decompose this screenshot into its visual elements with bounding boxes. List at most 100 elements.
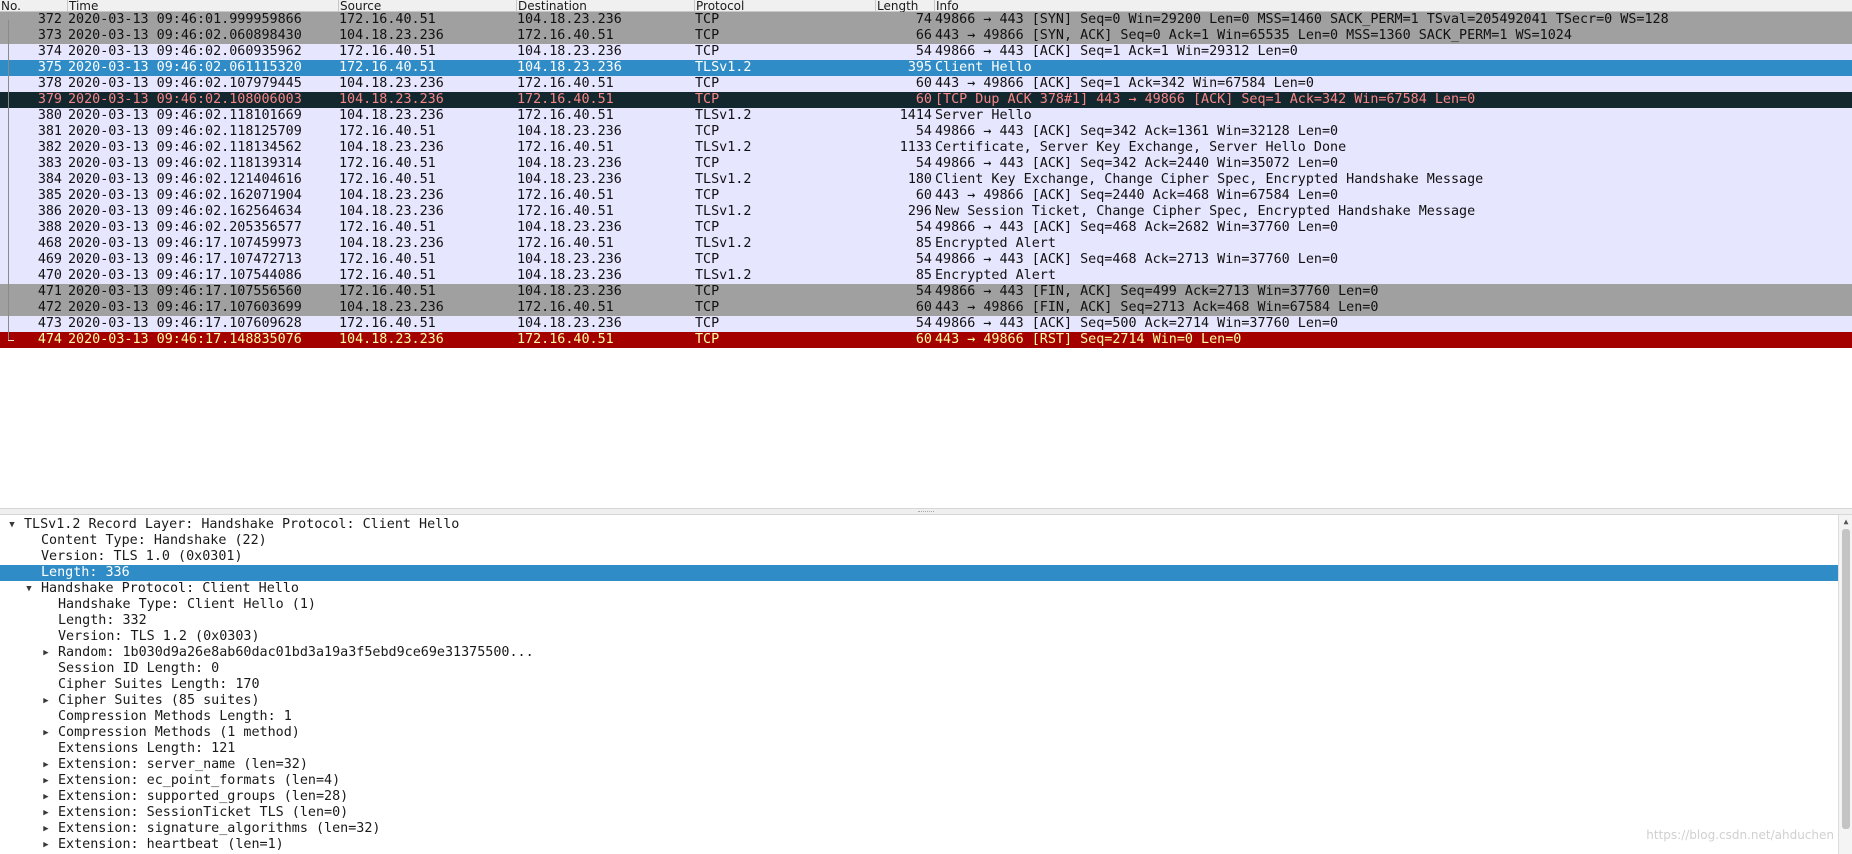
column-header-source[interactable]: Source [339,0,517,12]
packet-time: 2020-03-13 09:46:17.107556560 [68,284,302,299]
tree-item[interactable]: ▶ Random: 1b030d9a26e8ab60dac01bd3a19a3f5… [0,645,1838,661]
packet-destination: 104.18.23.236 [517,316,622,331]
packet-row[interactable]: 468 2020-03-13 09:46:17.107459973 104.18.2… [0,236,1852,252]
packet-info: 49866 → 443 [ACK] Seq=342 Ack=1361 Win=3… [935,124,1339,139]
packet-source: 172.16.40.51 [339,172,436,187]
packet-protocol: TCP [695,92,720,107]
packet-row[interactable]: 382 2020-03-13 09:46:02.118134562 104.18.2… [0,140,1852,156]
collapse-right-triangle-icon[interactable]: ▶ [40,645,52,661]
packet-row[interactable]: 378 2020-03-13 09:46:02.107979445 104.18.2… [0,76,1852,92]
collapse-right-triangle-icon[interactable]: ▶ [40,725,52,741]
collapse-right-triangle-icon[interactable]: ▶ [40,773,52,789]
tree-item[interactable]: ▶ Extension: supported_groups (len=28) [0,789,1838,805]
packet-length: 60 [915,300,932,315]
tree-item[interactable]: Version: TLS 1.2 (0x0303) [0,629,1838,645]
packet-protocol: TLSv1.2 [695,172,752,187]
tree-item[interactable]: ▶ Extension: signature_algorithms (len=32… [0,821,1838,837]
column-header-info[interactable]: Info [935,0,1852,12]
tree-item[interactable]: Handshake Type: Client Hello (1) [0,597,1838,613]
packet-row[interactable]: 469 2020-03-13 09:46:17.107472713 172.16.4… [0,252,1852,268]
packet-number: 473 [37,316,62,331]
tree-item[interactable]: ▶ Extension: server_name (len=32) [0,757,1838,773]
packet-row[interactable]: 373 2020-03-13 09:46:02.060898430 104.18.2… [0,28,1852,44]
tree-item[interactable]: Extensions Length: 121 [0,741,1838,757]
tree-item[interactable]: Version: TLS 1.0 (0x0301) [0,549,1838,565]
packet-destination: 104.18.23.236 [517,156,622,171]
packet-protocol: TCP [695,156,720,171]
packet-number: 380 [37,108,62,123]
packet-row[interactable]: 383 2020-03-13 09:46:02.118139314 172.16.4… [0,156,1852,172]
tree-item[interactable]: ▼ Handshake Protocol: Client Hello [0,581,1838,597]
tree-item[interactable]: Cipher Suites Length: 170 [0,677,1838,693]
scrollbar-thumb[interactable] [1842,529,1850,829]
packet-row[interactable]: 379 2020-03-13 09:46:02.108006003 104.18.2… [0,92,1852,108]
packet-row[interactable]: 381 2020-03-13 09:46:02.118125709 172.16.4… [0,124,1852,140]
packet-source: 104.18.23.236 [339,332,444,347]
packet-source: 172.16.40.51 [339,284,436,299]
packet-length: 54 [915,252,932,267]
column-header-length[interactable]: Length [876,0,935,12]
collapse-right-triangle-icon[interactable]: ▶ [40,693,52,709]
packet-row[interactable]: 388 2020-03-13 09:46:02.205356577 172.16.4… [0,220,1852,236]
packet-row[interactable]: 472 2020-03-13 09:46:17.107603699 104.18.2… [0,300,1852,316]
collapse-right-triangle-icon[interactable]: ▶ [40,805,52,821]
packet-row[interactable]: 470 2020-03-13 09:46:17.107544086 172.16.4… [0,268,1852,284]
column-header-protocol[interactable]: Protocol [695,0,876,12]
packet-destination: 172.16.40.51 [517,204,614,219]
tree-item[interactable]: Length: 332 [0,613,1838,629]
packet-length: 54 [915,156,932,171]
packet-protocol: TCP [695,220,720,235]
packet-row[interactable]: 384 2020-03-13 09:46:02.121404616 172.16.4… [0,172,1852,188]
splitter-grip[interactable] [918,511,934,513]
tree-item-label: Extension: signature_algorithms (len=32) [58,821,381,836]
tree-item[interactable]: Content Type: Handshake (22) [0,533,1838,549]
tree-item[interactable]: ▶ Cipher Suites (85 suites) [0,693,1838,709]
packet-row[interactable]: 474 2020-03-13 09:46:17.148835076 104.18.2… [0,332,1852,348]
expand-down-triangle-icon[interactable]: ▼ [6,517,18,533]
packet-row[interactable]: 372 2020-03-13 09:46:01.999959866 172.16.4… [0,12,1852,28]
expand-down-triangle-icon[interactable]: ▼ [23,581,35,597]
packet-row[interactable]: 471 2020-03-13 09:46:17.107556560 172.16.4… [0,284,1852,300]
conversation-bracket [8,28,9,44]
packet-length: 60 [915,188,932,203]
packet-protocol: TCP [695,188,720,203]
pane-splitter[interactable] [0,508,1852,515]
packet-length: 54 [915,44,932,59]
tree-item[interactable]: ▶ Extension: heartbeat (len=1) [0,837,1838,853]
column-header-destination[interactable]: Destination [517,0,695,12]
packet-number: 382 [37,140,62,155]
column-header-no[interactable]: No. [0,0,68,12]
collapse-right-triangle-icon[interactable]: ▶ [40,821,52,837]
tree-item[interactable]: ▼ TLSv1.2 Record Layer: Handshake Protoco… [0,517,1838,533]
tree-item[interactable]: Session ID Length: 0 [0,661,1838,677]
collapse-right-triangle-icon[interactable]: ▶ [40,757,52,773]
packet-row[interactable]: 473 2020-03-13 09:46:17.107609628 172.16.4… [0,316,1852,332]
tree-item[interactable]: ▶ Compression Methods (1 method) [0,725,1838,741]
packet-length: 54 [915,316,932,331]
tree-item[interactable]: Length: 336 [0,565,1838,581]
packet-row[interactable]: 375 2020-03-13 09:46:02.061115320 172.16.4… [0,60,1852,76]
packet-list[interactable]: No. Time Source Destination Protocol Len… [0,0,1852,508]
packet-source: 172.16.40.51 [339,44,436,59]
packet-length: 54 [915,124,932,139]
packet-time: 2020-03-13 09:46:02.118101669 [68,108,302,123]
packet-row[interactable]: 386 2020-03-13 09:46:02.162564634 104.18.2… [0,204,1852,220]
packet-row[interactable]: 385 2020-03-13 09:46:02.162071904 104.18.2… [0,188,1852,204]
packet-destination: 172.16.40.51 [517,108,614,123]
packet-source: 104.18.23.236 [339,28,444,43]
tree-item[interactable]: Compression Methods Length: 1 [0,709,1838,725]
scroll-up-arrow-icon[interactable]: ▲ [1841,517,1851,527]
tree-item[interactable]: ▶ Extension: ec_point_formats (len=4) [0,773,1838,789]
collapse-right-triangle-icon[interactable]: ▶ [40,837,52,853]
packet-details-pane[interactable]: ▼ TLSv1.2 Record Layer: Handshake Protoco… [0,515,1852,854]
packet-row[interactable]: 374 2020-03-13 09:46:02.060935962 172.16.4… [0,44,1852,60]
packet-time: 2020-03-13 09:46:02.060898430 [68,28,302,43]
tree-item-label: Version: TLS 1.2 (0x0303) [58,629,260,644]
details-scrollbar[interactable]: ▲ [1838,515,1852,854]
packet-row[interactable]: 380 2020-03-13 09:46:02.118101669 104.18.2… [0,108,1852,124]
packet-info: 49866 → 443 [FIN, ACK] Seq=499 Ack=2713 … [935,284,1379,299]
tree-item[interactable]: ▶ Extension: SessionTicket TLS (len=0) [0,805,1838,821]
packet-length: 1133 [899,140,932,155]
column-header-time[interactable]: Time [68,0,339,12]
collapse-right-triangle-icon[interactable]: ▶ [40,789,52,805]
